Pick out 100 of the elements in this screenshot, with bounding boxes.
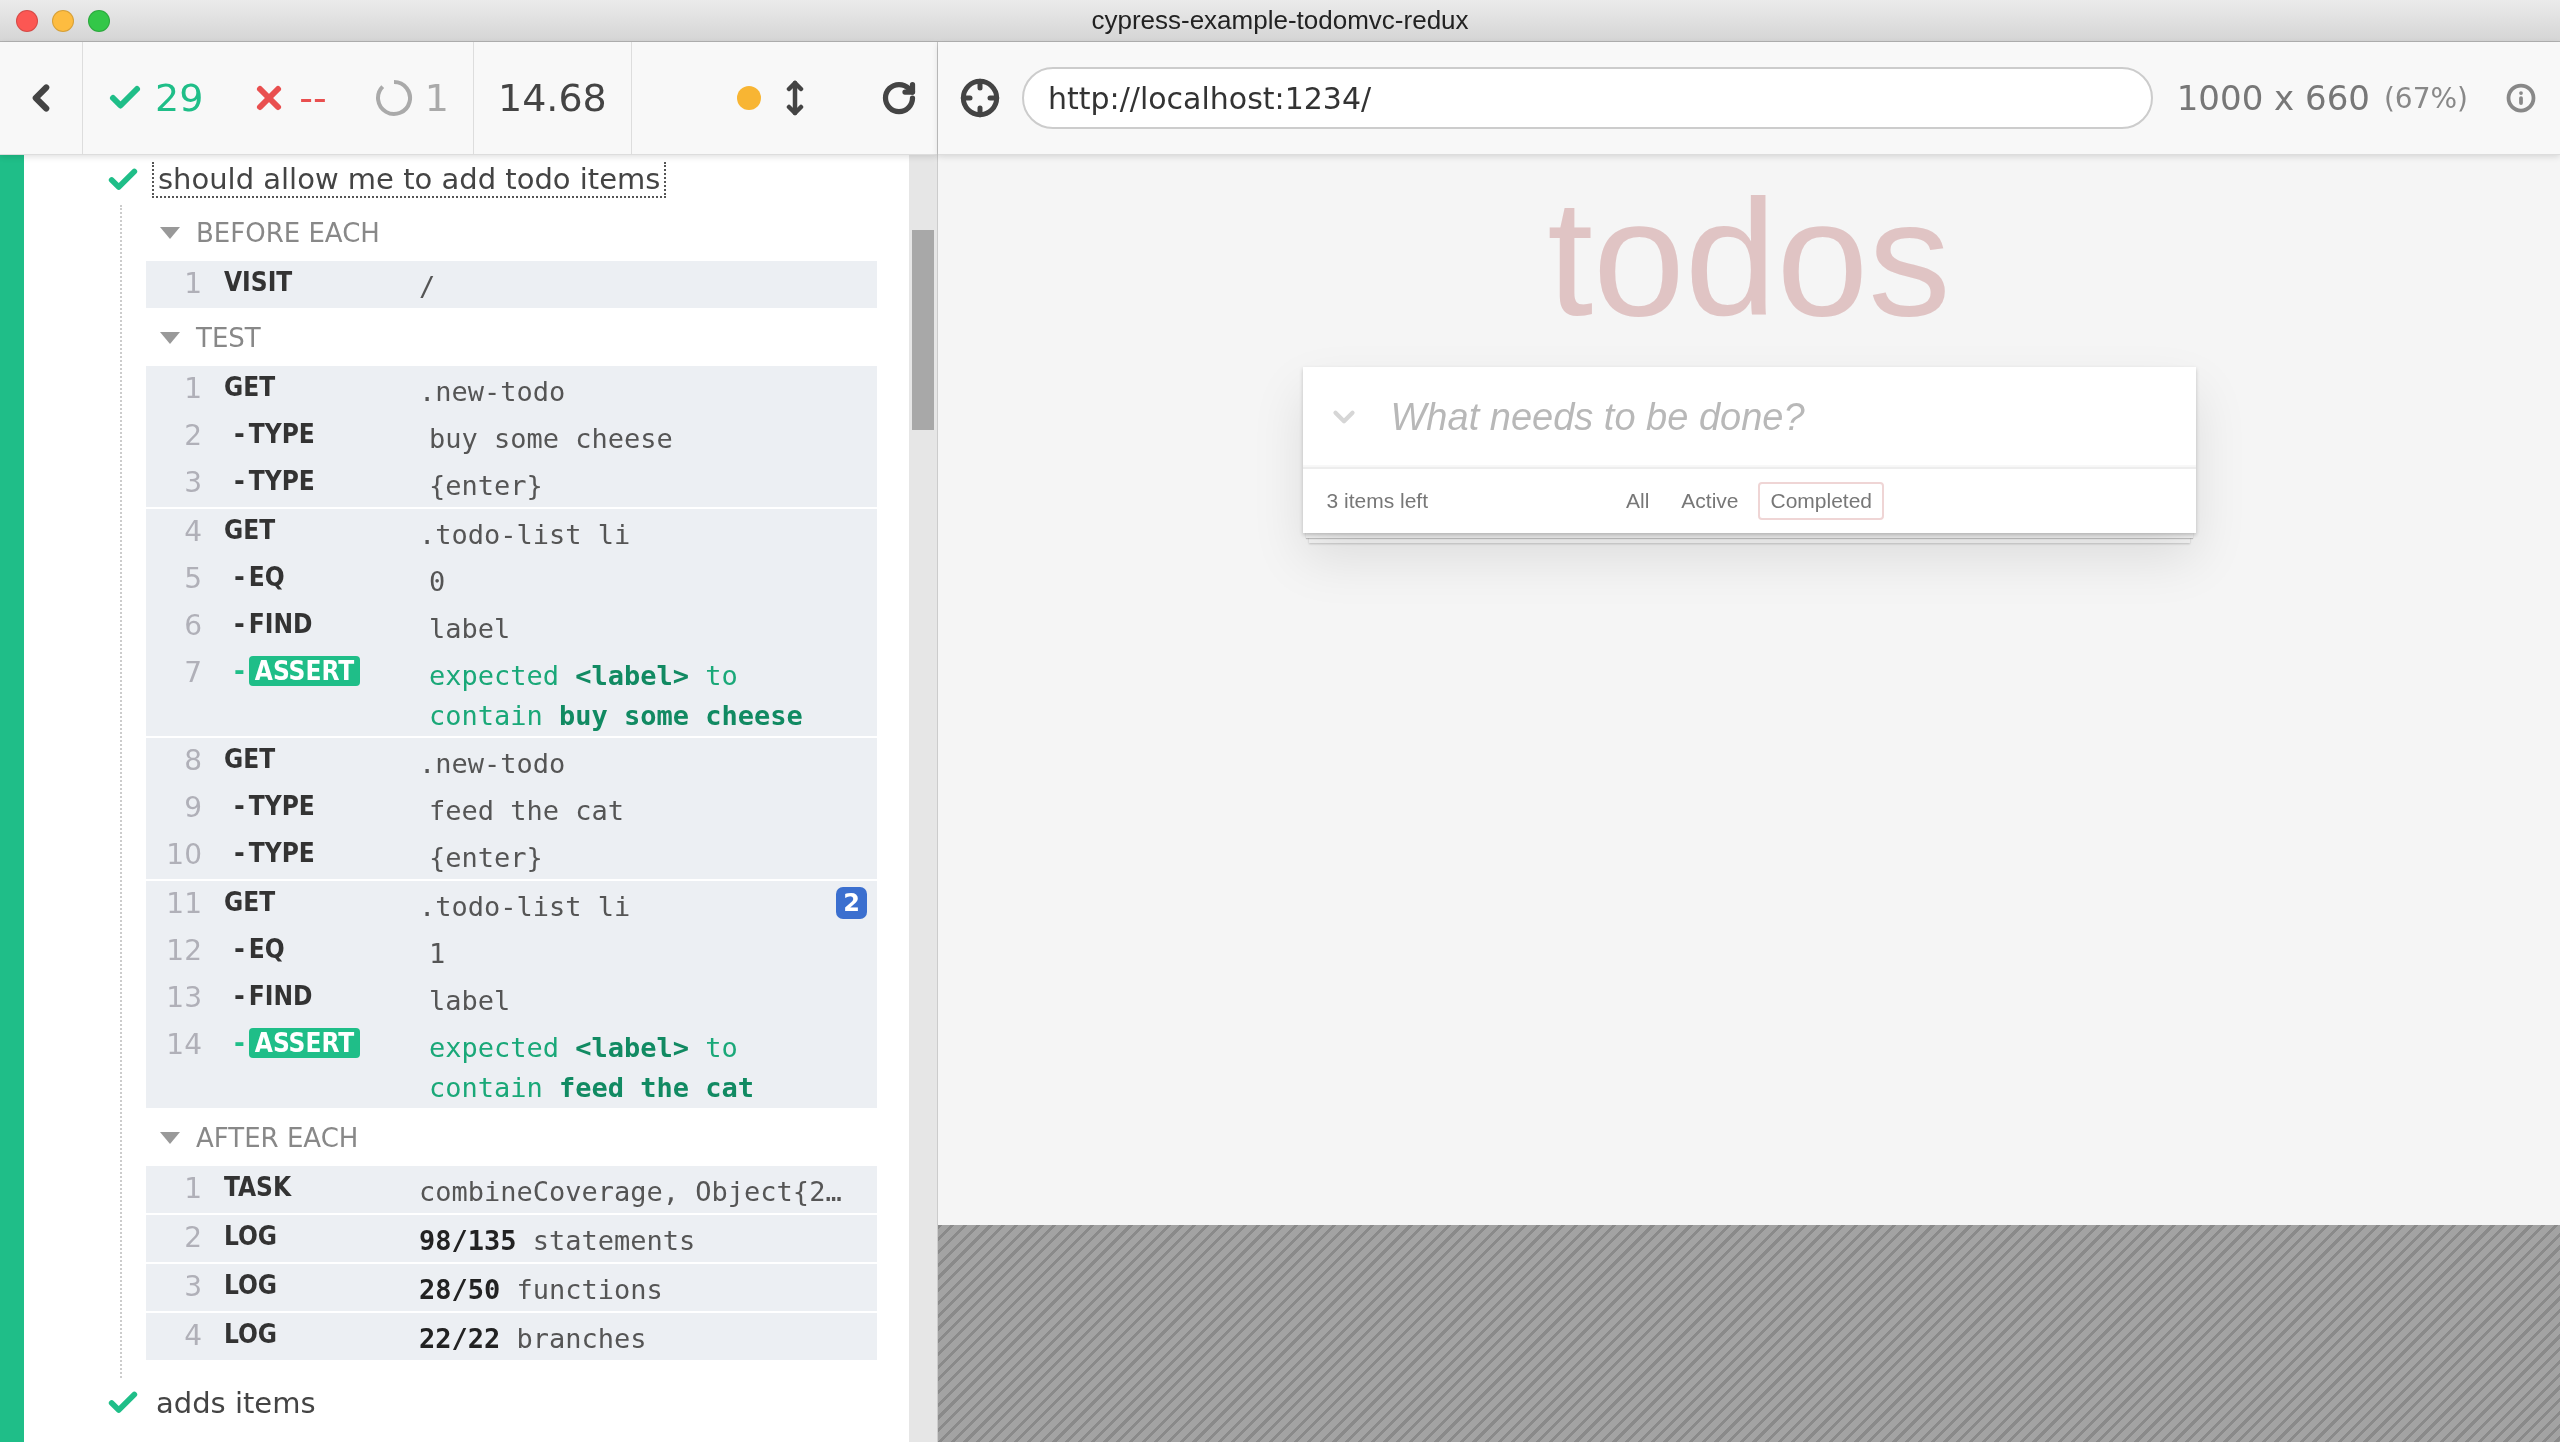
child-dash: - [234, 609, 245, 639]
reload-button[interactable] [881, 80, 917, 116]
line-number: 4 [183, 1319, 203, 1352]
viewport-size: 1000 x 660 [2176, 78, 2370, 118]
command-name: TYPE [248, 466, 315, 496]
line-number: 3 [183, 1270, 203, 1303]
caret-icon[interactable] [160, 332, 180, 344]
new-todo-field[interactable]: What needs to be done? [1390, 395, 2196, 439]
command-message: label [429, 984, 512, 1018]
reload-icon [881, 80, 917, 116]
command-name: FIND [248, 609, 313, 639]
command-message: / [419, 270, 437, 304]
command-message: feed the cat [429, 794, 626, 828]
child-dash: - [234, 791, 245, 821]
child-dash: - [234, 934, 245, 964]
line-number: 3 [183, 466, 203, 499]
line-number: 5 [183, 562, 203, 595]
scrollbar-thumb[interactable] [912, 230, 934, 430]
command-message: combineCoverage, Object{2… [419, 1175, 843, 1209]
command-message: 28/50 functions [419, 1273, 664, 1307]
command-name: GET [224, 887, 276, 917]
line-number: 11 [165, 887, 203, 920]
line-number: 1 [183, 372, 203, 405]
line-number: 7 [183, 656, 203, 689]
line-number: 8 [183, 744, 203, 777]
scale-percent: (67%) [2383, 81, 2468, 115]
command-message: {enter} [429, 469, 544, 503]
command-message: 0 [429, 565, 447, 599]
pending-count: 1 [424, 76, 449, 120]
line-number: 1 [183, 267, 203, 300]
failed-count: -- [299, 76, 327, 120]
command-message: {enter} [429, 841, 544, 875]
duration: 14.68 [498, 76, 607, 120]
command-message: expected <label> to contain feed the cat [429, 1031, 756, 1105]
zoom-button[interactable] [88, 9, 110, 32]
command-name: GET [224, 372, 276, 402]
command-name: TYPE [248, 791, 315, 821]
command-message: 22/22 branches [419, 1322, 648, 1356]
command-name: FIND [248, 981, 313, 1011]
command-message: expected <label> to contain buy some cheese [429, 659, 804, 733]
child-dash: - [234, 1028, 245, 1058]
filter-link[interactable]: All [1613, 482, 1662, 520]
crosshair-icon [960, 78, 1000, 118]
command-name: GET [224, 744, 276, 774]
status-dot [737, 86, 761, 110]
command-name: TASK [224, 1172, 292, 1202]
command-message: 1 [429, 937, 447, 971]
url-field[interactable]: http://localhost:1234/ [1022, 67, 2153, 129]
command-name: LOG [224, 1221, 278, 1251]
line-number: 12 [165, 934, 203, 967]
line-number: 14 [165, 1028, 203, 1061]
minimize-button[interactable] [52, 9, 74, 32]
line-number: 6 [183, 609, 203, 642]
child-dash: - [234, 656, 245, 686]
filter-link[interactable]: Completed [1758, 482, 1885, 520]
command-name: TYPE [248, 838, 315, 868]
command-name: EQ [248, 562, 285, 592]
window-title: cypress-example-todomvc-redux [1091, 5, 1469, 36]
hook-title[interactable]: AFTER EACH [196, 1123, 359, 1153]
command-message: .new-todo [419, 747, 567, 781]
assert-tag: ASSERT [248, 1028, 361, 1058]
close-button[interactable] [16, 9, 38, 32]
assert-tag: ASSERT [248, 656, 361, 686]
command-name: LOG [224, 1319, 278, 1349]
command-message: .todo-list li [419, 518, 632, 552]
test-name[interactable]: should allow me to add todo items [152, 162, 667, 198]
child-dash: - [234, 466, 245, 496]
command-name: GET [224, 515, 276, 545]
command-name: EQ [248, 934, 285, 964]
filter-link[interactable]: Active [1669, 482, 1751, 520]
passed-count: 29 [155, 76, 204, 120]
caret-icon[interactable] [160, 227, 180, 239]
command-message: .todo-list li [419, 890, 632, 924]
line-number: 10 [165, 838, 203, 871]
child-dash: - [234, 419, 245, 449]
line-number: 2 [183, 1221, 203, 1254]
line-number: 13 [165, 981, 203, 1014]
line-number: 4 [183, 515, 203, 548]
command-message: .new-todo [419, 375, 567, 409]
caret-icon[interactable] [160, 1132, 180, 1144]
command-message: buy some cheese [429, 422, 674, 456]
command-name: LOG [224, 1270, 278, 1300]
items-left: 3 items left [1326, 489, 1429, 513]
hook-title[interactable]: BEFORE EACH [196, 218, 380, 248]
child-dash: - [234, 838, 245, 868]
line-number: 9 [183, 791, 203, 824]
command-name: TYPE [248, 419, 315, 449]
child-dash: - [234, 981, 245, 1011]
command-message: 98/135 statements [419, 1224, 697, 1258]
count-badge: 2 [836, 887, 867, 919]
pending-icon [374, 79, 413, 117]
line-number: 2 [183, 419, 203, 452]
command-message: label [429, 612, 512, 646]
line-number: 1 [183, 1172, 203, 1205]
info-icon[interactable] [2506, 83, 2536, 113]
hook-title[interactable]: TEST [196, 323, 261, 353]
child-dash: - [234, 562, 245, 592]
test-name[interactable]: adds items [152, 1386, 320, 1420]
selector-button[interactable] [960, 78, 1000, 118]
command-name: VISIT [224, 267, 293, 297]
